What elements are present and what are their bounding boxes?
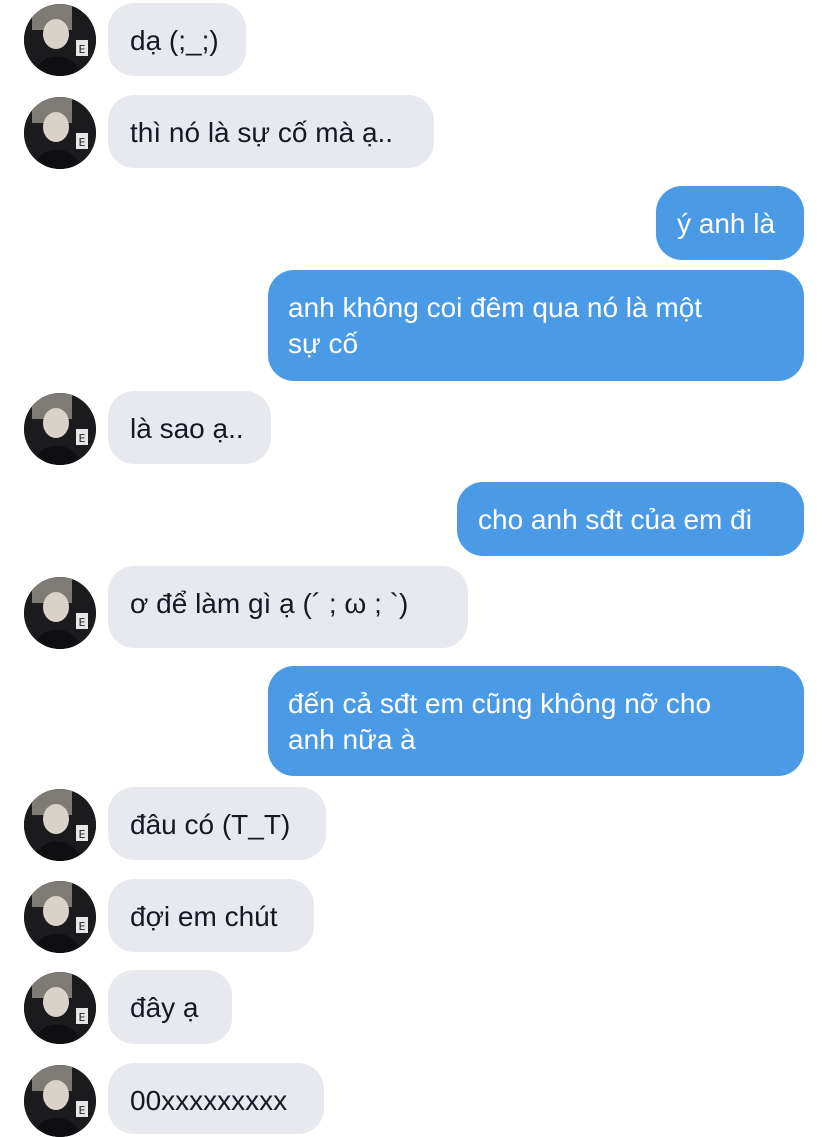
svg-text:E: E (79, 432, 86, 445)
message-text: đâu có (T_T) (130, 809, 291, 840)
incoming-message[interactable]: đâu có (T_T) (108, 787, 326, 860)
message-text-line: anh không coi đêm qua nó là một (288, 292, 703, 323)
message-text: ý anh là (677, 208, 776, 239)
message-text: thì nó là sự cố mà ạ.. (130, 117, 394, 148)
svg-text:E: E (79, 136, 86, 149)
contact-avatar-icon[interactable]: E (24, 393, 96, 465)
svg-text:E: E (79, 616, 86, 629)
svg-text:E: E (79, 828, 86, 841)
message-text: 00xxxxxxxxx (130, 1085, 288, 1116)
incoming-message[interactable]: ơ để làm gì ạ (´ ; ω ; `) (108, 566, 468, 648)
contact-avatar-icon[interactable]: E (24, 1065, 96, 1137)
incoming-message[interactable]: dạ (;_;) (108, 3, 246, 76)
incoming-message[interactable]: 00xxxxxxxxx (108, 1063, 324, 1134)
outgoing-message[interactable]: anh không coi đêm qua nó là một sự cố (268, 270, 804, 381)
contact-avatar-icon[interactable]: E (24, 4, 96, 76)
message-text-line: sự cố (288, 328, 359, 359)
message-text-line: đến cả sđt em cũng không nỡ cho (288, 688, 712, 719)
incoming-message[interactable]: đợi em chút (108, 879, 314, 952)
contact-avatar-icon[interactable]: E (24, 972, 96, 1044)
message-text: dạ (;_;) (130, 25, 219, 56)
incoming-message[interactable]: là sao ạ.. (108, 391, 271, 464)
contact-avatar-icon[interactable]: E (24, 97, 96, 169)
message-text: cho anh sđt của em đi (478, 504, 752, 535)
svg-text:E: E (79, 1011, 86, 1024)
outgoing-message[interactable]: cho anh sđt của em đi (457, 482, 804, 556)
incoming-message[interactable]: thì nó là sự cố mà ạ.. (108, 95, 434, 168)
message-text: ơ để làm gì ạ (´ ; ω ; `) (130, 588, 409, 619)
chat-thread: E dạ (;_;) E thì nó là sự cố mà ạ.. ý an… (0, 0, 828, 1137)
outgoing-message[interactable]: đến cả sđt em cũng không nỡ cho anh nữa … (268, 666, 804, 776)
svg-text:E: E (79, 43, 86, 56)
contact-avatar-icon[interactable]: E (24, 789, 96, 861)
message-text: đây ạ (130, 992, 199, 1023)
message-text-line: anh nữa à (288, 724, 416, 755)
contact-avatar-icon[interactable]: E (24, 881, 96, 953)
contact-avatar-icon[interactable]: E (24, 577, 96, 649)
message-text: đợi em chút (130, 901, 278, 932)
outgoing-message[interactable]: ý anh là (656, 186, 804, 260)
incoming-message[interactable]: đây ạ (108, 970, 232, 1044)
svg-text:E: E (79, 1104, 86, 1117)
message-text: là sao ạ.. (130, 413, 244, 444)
svg-text:E: E (79, 920, 86, 933)
